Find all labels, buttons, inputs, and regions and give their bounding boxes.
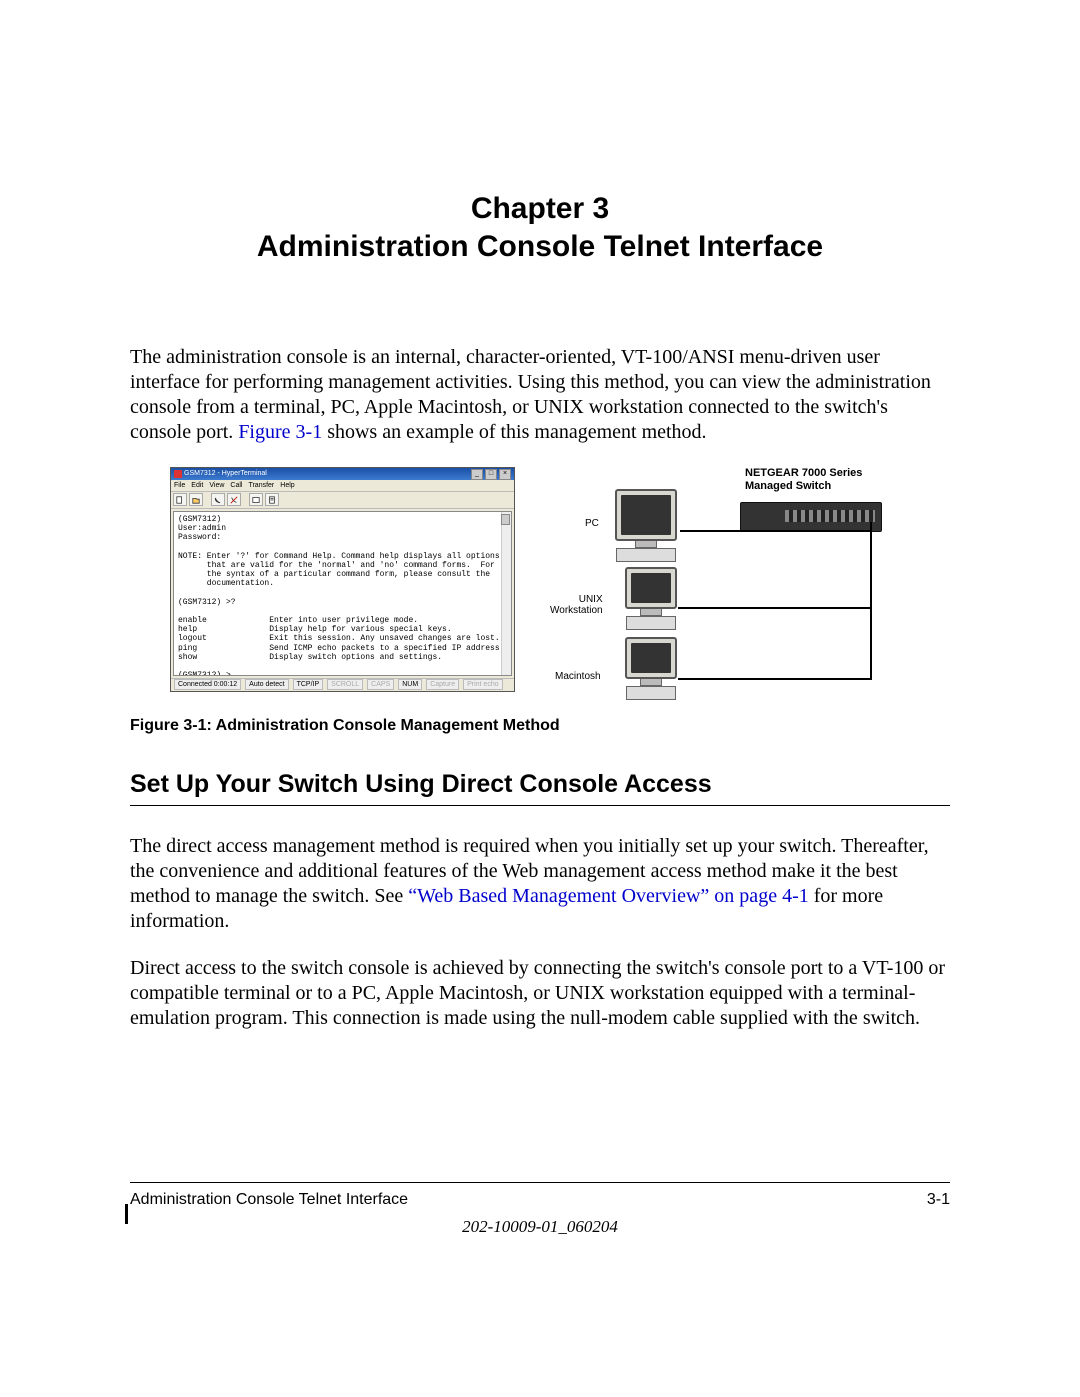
status-connection: Connected 0:00:12 [174, 679, 241, 690]
hyperterminal-window: GSM7312 - HyperTerminal _ □ × File Edit … [170, 467, 515, 692]
unix-monitor-icon [625, 567, 677, 630]
pc-label: PC [585, 519, 599, 530]
toolbar [171, 492, 514, 509]
unix-label: UNIX Workstation [550, 595, 603, 616]
figure-reference-link[interactable]: Figure 3-1 [238, 421, 322, 443]
cable-unix [678, 607, 872, 609]
scrollbar-track[interactable] [501, 512, 511, 675]
figure-3-1: GSM7312 - HyperTerminal _ □ × File Edit … [170, 467, 950, 702]
terminal-text: (GSM7312) User:admin Password: NOTE: Ent… [178, 515, 504, 676]
intro-text-after: shows an example of this management meth… [322, 421, 706, 443]
cable-trunk [870, 530, 872, 680]
switch-device-icon [740, 502, 882, 532]
web-management-link[interactable]: “Web Based Management Overview” on page … [408, 885, 808, 907]
status-autodetect: Auto detect [245, 679, 288, 690]
footer-page-number: 3-1 [927, 1191, 950, 1209]
intro-paragraph: The administration console is an interna… [130, 345, 950, 445]
toolbar-call-icon[interactable] [211, 493, 225, 506]
chapter-heading: Chapter 3 Administration Console Telnet … [130, 190, 950, 265]
network-diagram: PC UNIX Workstation Macintosh NETGEAR 70… [530, 467, 900, 692]
app-icon [174, 470, 182, 478]
paragraph-2: The direct access management method is r… [130, 834, 950, 934]
revision-bar [125, 1204, 128, 1224]
status-scroll: SCROLL [327, 679, 363, 690]
maximize-icon[interactable]: □ [485, 469, 497, 480]
status-num: NUM [398, 679, 422, 690]
toolbar-disconnect-icon[interactable] [227, 493, 241, 506]
status-protocol: TCP/IP [293, 679, 324, 690]
menu-transfer[interactable]: Transfer [248, 482, 274, 489]
status-capture: Capture [426, 679, 459, 690]
window-title: GSM7312 - HyperTerminal [184, 468, 267, 480]
window-titlebar: GSM7312 - HyperTerminal _ □ × [171, 468, 514, 480]
menu-help[interactable]: Help [280, 482, 294, 489]
status-printecho: Print echo [463, 679, 503, 690]
status-bar: Connected 0:00:12 Auto detect TCP/IP SCR… [171, 678, 514, 690]
terminal-output: (GSM7312) User:admin Password: NOTE: Ent… [173, 511, 512, 676]
chapter-number: Chapter 3 [130, 190, 950, 228]
scrollbar-thumb[interactable] [501, 514, 510, 525]
mac-monitor-icon [625, 637, 677, 700]
pc-monitor-icon [615, 489, 677, 562]
paragraph-3: Direct access to the switch console is a… [130, 956, 950, 1031]
close-icon[interactable]: × [499, 469, 511, 480]
status-caps: CAPS [367, 679, 394, 690]
toolbar-send-icon[interactable] [249, 493, 263, 506]
footer-section-title: Administration Console Telnet Interface [130, 1191, 408, 1209]
page-footer: Administration Console Telnet Interface … [130, 1142, 950, 1237]
menu-bar: File Edit View Call Transfer Help [171, 480, 514, 492]
minimize-icon[interactable]: _ [471, 469, 483, 480]
figure-caption: Figure 3-1: Administration Console Manag… [130, 717, 950, 735]
toolbar-new-icon[interactable] [173, 493, 187, 506]
cable-pc [680, 530, 872, 532]
menu-call[interactable]: Call [230, 482, 242, 489]
switch-label: NETGEAR 7000 Series Managed Switch [745, 467, 862, 492]
mac-label: Macintosh [555, 672, 601, 683]
cable-mac [678, 678, 872, 680]
menu-view[interactable]: View [209, 482, 224, 489]
footer-doc-number: 202-10009-01_060204 [130, 1217, 950, 1237]
section-heading: Set Up Your Switch Using Direct Console … [130, 770, 950, 806]
chapter-title: Administration Console Telnet Interface [130, 228, 950, 266]
toolbar-properties-icon[interactable] [265, 493, 279, 506]
toolbar-open-icon[interactable] [189, 493, 203, 506]
menu-edit[interactable]: Edit [191, 482, 203, 489]
menu-file[interactable]: File [174, 482, 185, 489]
